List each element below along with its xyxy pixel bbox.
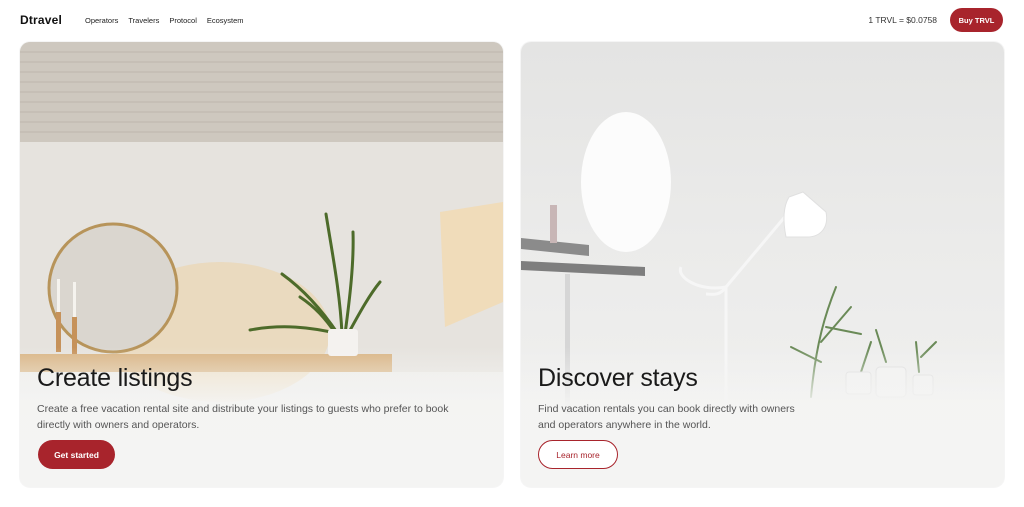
ceiling-slats xyxy=(20,42,503,142)
dtravel-logo[interactable]: Dtravel xyxy=(20,13,62,27)
nav-link-ecosystem[interactable]: Ecosystem xyxy=(207,16,244,25)
round-mirror xyxy=(47,222,179,354)
wall-glow xyxy=(581,112,671,252)
nav-links: Operators Travelers Protocol Ecosystem xyxy=(85,16,244,25)
card-description: Create a free vacation rental site and d… xyxy=(37,403,449,431)
get-started-button[interactable]: Get started xyxy=(38,440,115,469)
top-nav: Dtravel Operators Travelers Protocol Eco… xyxy=(0,0,1024,40)
card-title: Discover stays xyxy=(538,364,698,392)
learn-more-button[interactable]: Learn more xyxy=(538,440,618,469)
discover-stays-card: Discover stays Find vacation rentals you… xyxy=(521,42,1004,487)
lamp-shade xyxy=(783,191,828,238)
token-rate: 1 TRVL = $0.0758 xyxy=(868,15,937,25)
card-title: Create listings xyxy=(37,364,193,392)
buy-trvl-button[interactable]: Buy TRVL xyxy=(950,8,1003,32)
card-description: Find vacation rentals you can book direc… xyxy=(538,403,795,431)
nav-link-protocol[interactable]: Protocol xyxy=(169,16,197,25)
create-listings-card: Create listings Create a free vacation r… xyxy=(20,42,503,487)
nav-link-travelers[interactable]: Travelers xyxy=(128,16,159,25)
nav-link-operators[interactable]: Operators xyxy=(85,16,118,25)
